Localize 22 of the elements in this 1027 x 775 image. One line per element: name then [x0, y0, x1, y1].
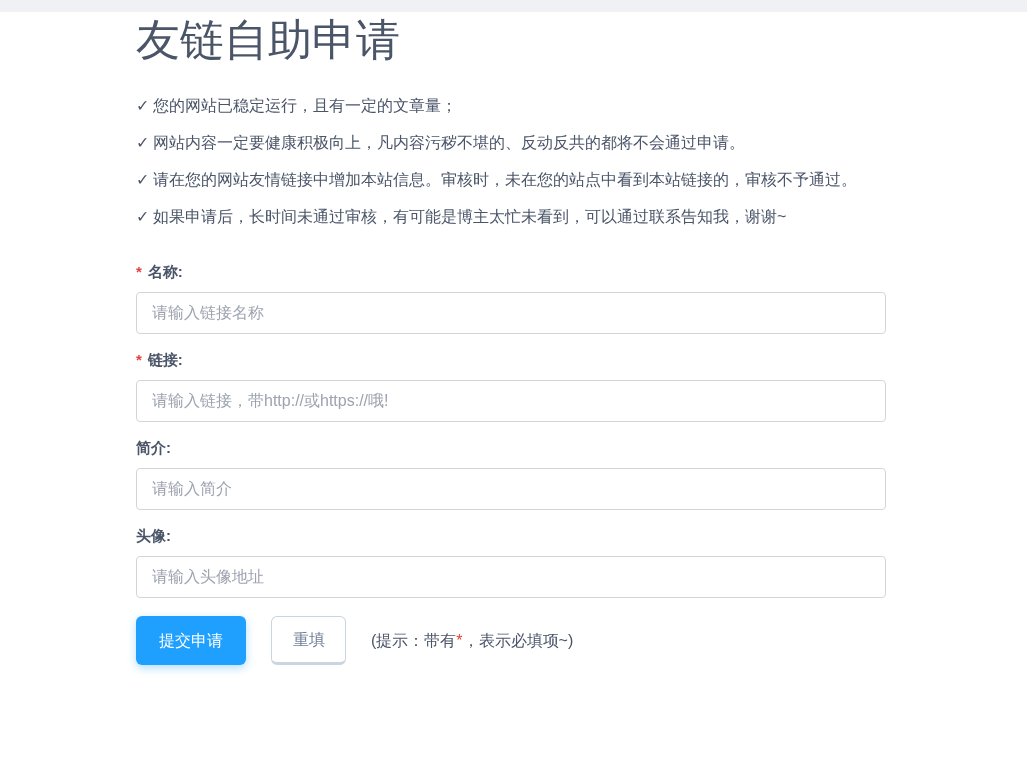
- rule-text: 您的网站已稳定运行，且有一定的文章量；: [153, 96, 457, 116]
- required-mark: *: [136, 350, 142, 370]
- required-mark: *: [136, 262, 142, 282]
- input-field[interactable]: 请输入链接，带http://或https://哦!: [136, 380, 886, 422]
- field-label: 链接:: [147, 350, 183, 370]
- check-icon: ✓: [136, 203, 149, 230]
- field-label: 名称:: [147, 262, 183, 282]
- input-field[interactable]: 请输入头像地址: [136, 556, 886, 598]
- rule-text: 请在您的网站友情链接中增加本站信息。审核时，未在您的站点中看到本站链接的，审核不予通过。: [153, 170, 857, 190]
- check-icon: ✓: [136, 166, 149, 193]
- field-label: 简介:: [136, 438, 171, 458]
- reset-button[interactable]: 重填: [271, 616, 346, 665]
- page-title: 友链自助申请: [136, 14, 401, 66]
- check-icon: ✓: [136, 92, 149, 119]
- input-field[interactable]: 请输入链接名称: [136, 292, 886, 334]
- submit-button[interactable]: 提交申请: [136, 616, 246, 665]
- field-label: 头像:: [136, 526, 171, 546]
- rule-text: 网站内容一定要健康积极向上，凡内容污秽不堪的、反动反共的都将不会通过申请。: [153, 133, 745, 153]
- hint-text: (提示：带有*，表示必填项~): [371, 630, 574, 651]
- check-icon: ✓: [136, 129, 149, 156]
- rule-text: 如果申请后，长时间未通过审核，有可能是博主太忙未看到，可以通过联系告知我，谢谢~: [153, 207, 787, 227]
- input-field[interactable]: 请输入简介: [136, 468, 886, 510]
